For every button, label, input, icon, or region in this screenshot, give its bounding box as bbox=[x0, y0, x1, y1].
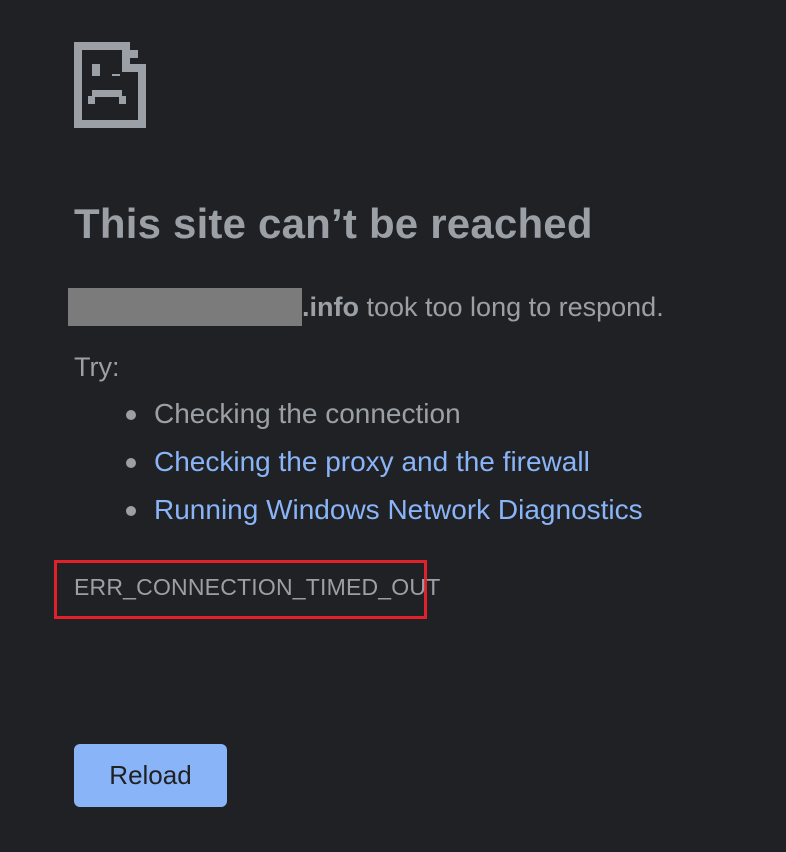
suggestion-list: Checking the connection Checking the pro… bbox=[74, 394, 643, 538]
error-message: .info took too long to respond. bbox=[68, 288, 664, 326]
suggestion-network-diagnostics-link[interactable]: Running Windows Network Diagnostics bbox=[154, 494, 643, 525]
try-label: Try: bbox=[74, 352, 120, 382]
list-item: Checking the connection bbox=[74, 394, 643, 442]
sad-page-icon bbox=[74, 42, 146, 128]
page-title: This site can’t be reached bbox=[74, 200, 593, 247]
suggestion-check-connection: Checking the connection bbox=[154, 398, 461, 429]
domain-suffix: .info bbox=[302, 291, 359, 322]
error-message-text: took too long to respond. bbox=[358, 291, 664, 322]
suggestion-proxy-firewall-link[interactable]: Checking the proxy and the firewall bbox=[154, 446, 590, 477]
reload-button[interactable]: Reload bbox=[74, 744, 227, 807]
list-item: Checking the proxy and the firewall bbox=[74, 442, 643, 490]
redacted-domain bbox=[68, 288, 302, 326]
bullet-icon bbox=[126, 410, 136, 420]
error-code: ERR_CONNECTION_TIMED_OUT bbox=[74, 574, 441, 600]
list-item: Running Windows Network Diagnostics bbox=[74, 490, 643, 538]
bullet-icon bbox=[126, 506, 136, 516]
bullet-icon bbox=[126, 458, 136, 468]
